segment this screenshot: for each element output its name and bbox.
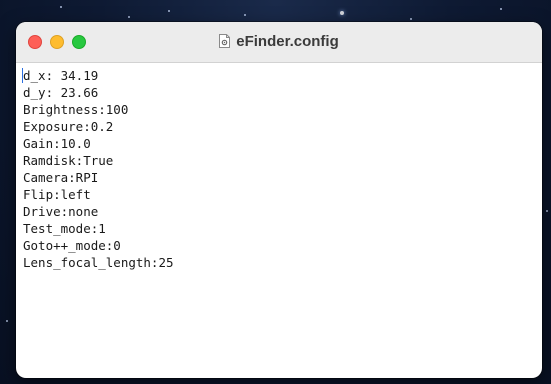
- editor-line[interactable]: Camera:RPI: [23, 169, 542, 186]
- text-editor-content[interactable]: d_x: 34.19 d_y: 23.66 Brightness:100 Exposu…: [16, 63, 542, 271]
- star: [546, 210, 548, 212]
- star: [500, 8, 502, 10]
- star: [168, 10, 170, 12]
- editor-line[interactable]: Drive:none: [23, 203, 542, 220]
- editor-line[interactable]: Test_mode:1: [23, 220, 542, 237]
- star: [128, 16, 130, 18]
- editor-line[interactable]: Goto++_mode:0: [23, 237, 542, 254]
- window-title-text: eFinder.config: [236, 33, 339, 50]
- editor-line[interactable]: Gain:10.0: [23, 135, 542, 152]
- editor-line[interactable]: Exposure:0.2: [23, 118, 542, 135]
- star: [6, 320, 8, 322]
- title-bar[interactable]: eFinder.config: [16, 22, 542, 63]
- editor-line[interactable]: d_y: 23.66: [23, 84, 542, 101]
- window-title: eFinder.config: [16, 33, 542, 50]
- text-editor-window: eFinder.config d_x: 34.19 d_y: 23.66 Brigh…: [16, 22, 542, 378]
- editor-line[interactable]: d_x: 34.19: [23, 67, 542, 84]
- document-gear-icon[interactable]: [219, 34, 231, 48]
- star: [340, 11, 344, 15]
- editor-line[interactable]: Brightness:100: [23, 101, 542, 118]
- text-caret: [22, 68, 23, 83]
- star: [410, 18, 412, 20]
- editor-line[interactable]: Ramdisk:True: [23, 152, 542, 169]
- star: [244, 14, 246, 16]
- star: [60, 6, 62, 8]
- editor-line[interactable]: Flip:left: [23, 186, 542, 203]
- editor-line[interactable]: Lens_focal_length:25: [23, 254, 542, 271]
